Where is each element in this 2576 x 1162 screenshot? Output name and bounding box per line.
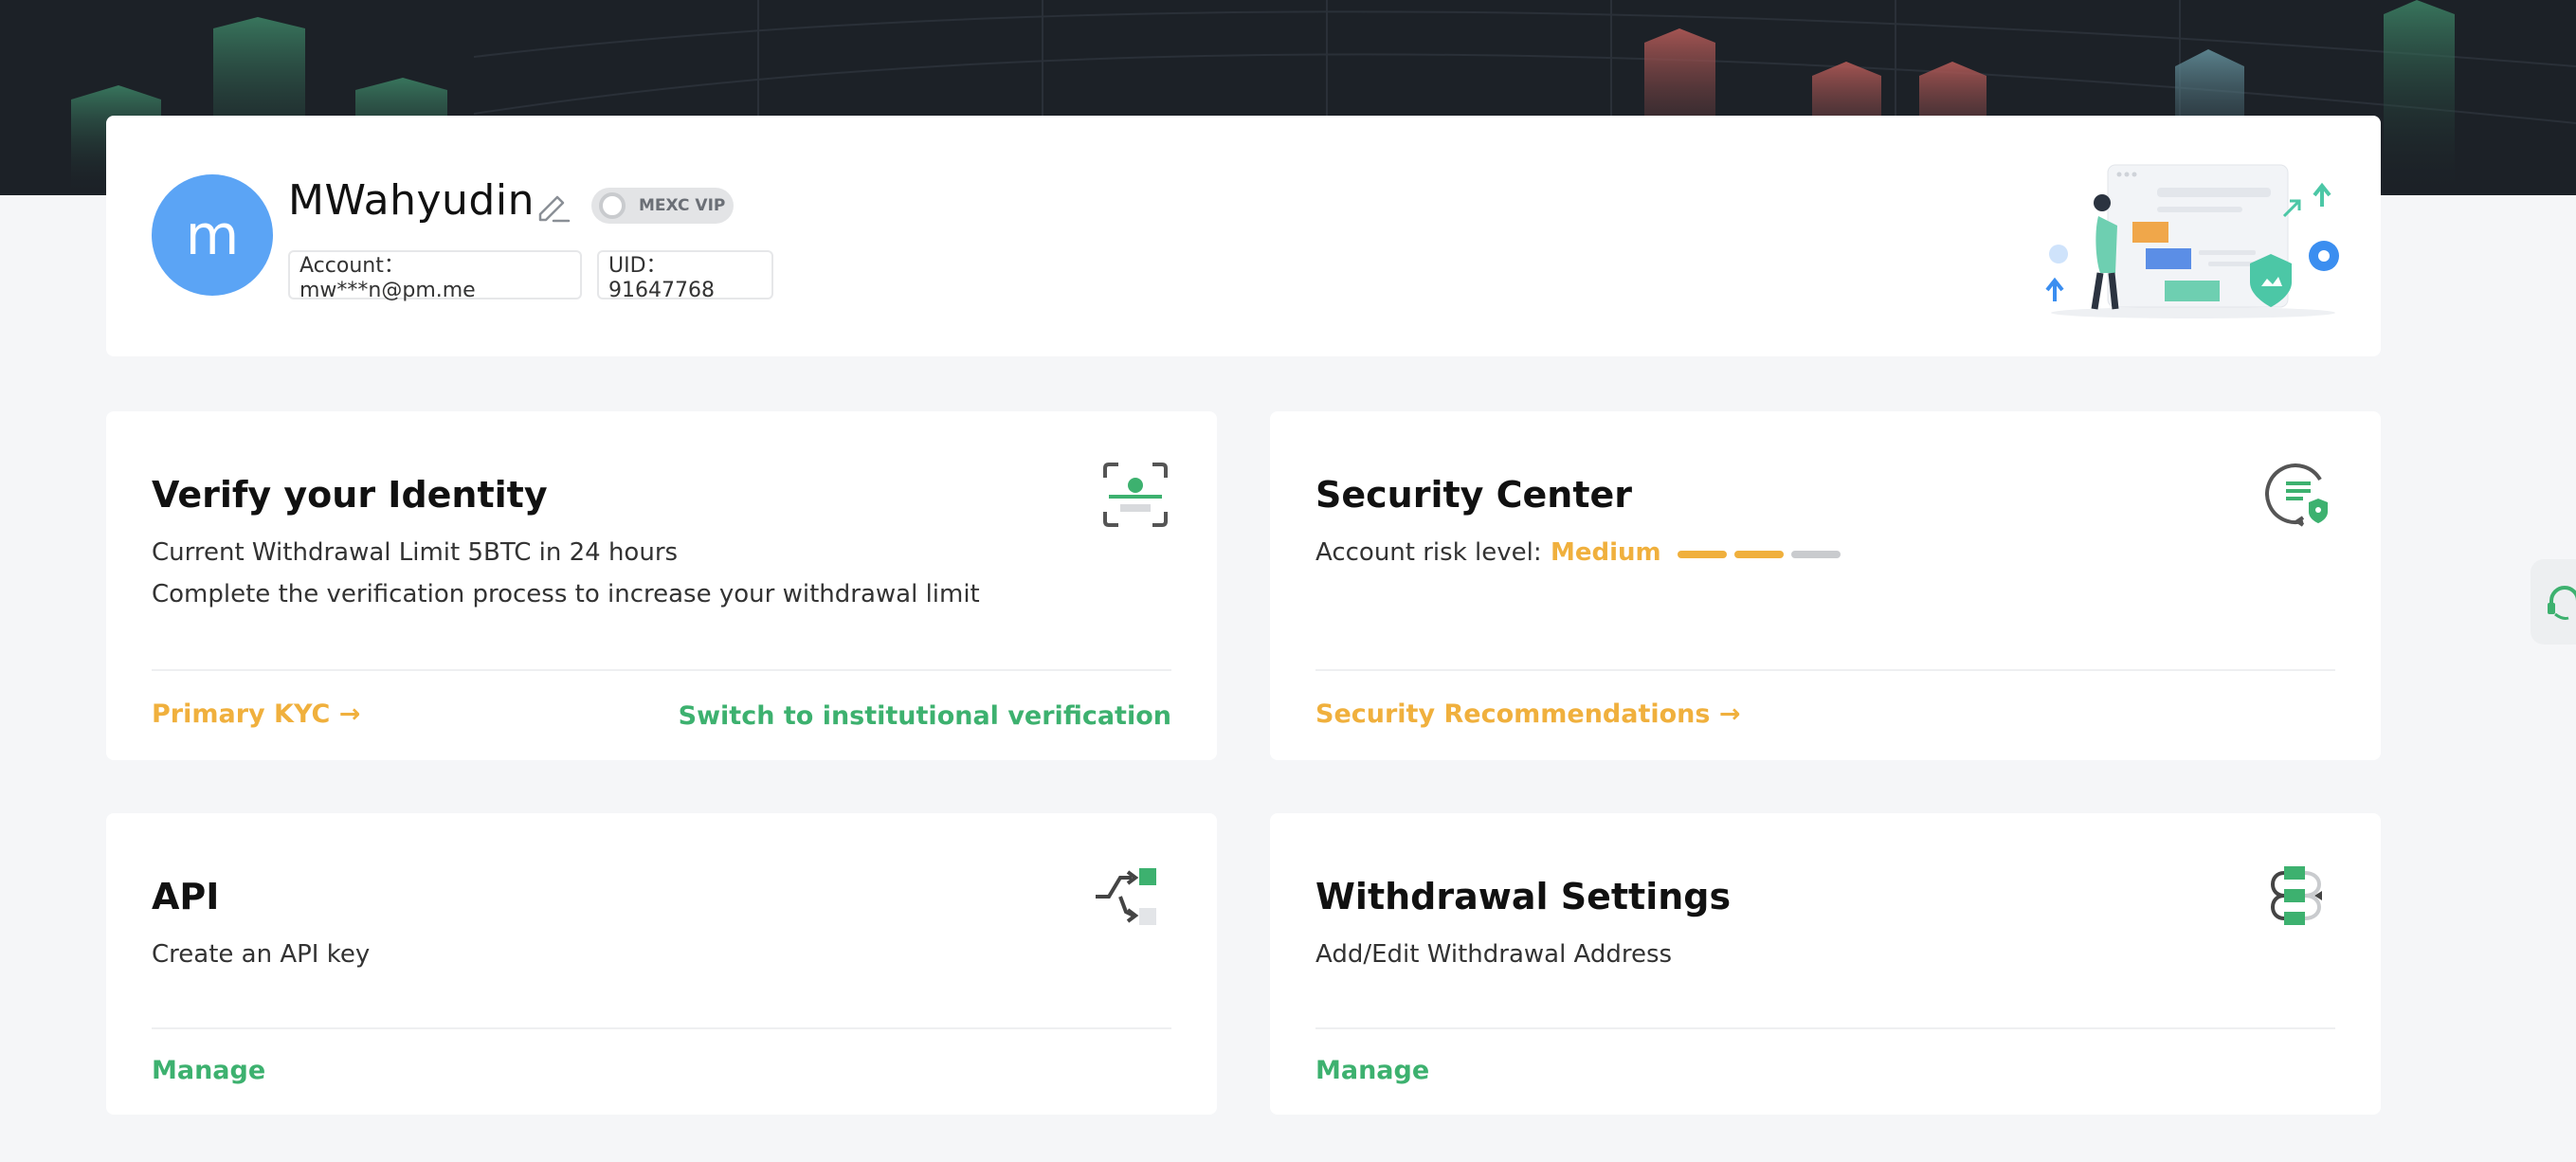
account-text: Account： mw***n@pm.me xyxy=(299,253,476,302)
risk-level-segment xyxy=(1791,551,1841,558)
security-illustration xyxy=(2045,164,2339,318)
edit-icon[interactable] xyxy=(533,186,572,226)
api-description: Create an API key xyxy=(152,940,371,969)
uid-text: UID： 91647768 xyxy=(608,253,715,302)
institutional-verification-link[interactable]: Switch to institutional verification xyxy=(679,701,1171,731)
verification-info-text: Complete the verification process to inc… xyxy=(152,580,980,608)
api-title: API xyxy=(152,876,220,917)
risk-level-segment xyxy=(1734,551,1784,558)
card-divider xyxy=(152,669,1171,671)
withdrawal-title: Withdrawal Settings xyxy=(1315,876,1732,917)
card-divider xyxy=(1315,669,2335,671)
withdrawal-address-icon xyxy=(2271,866,2322,925)
headset-icon xyxy=(2548,586,2576,620)
api-card: API Create an API key Manage xyxy=(106,813,1217,1115)
api-icon xyxy=(1096,868,1156,925)
support-tab[interactable] xyxy=(2531,559,2576,645)
verify-identity-card: Verify your Identity Current Withdrawal … xyxy=(106,411,1217,760)
withdrawal-limit-text: Current Withdrawal Limit 5BTC in 24 hour… xyxy=(152,538,679,567)
security-shield-icon xyxy=(2265,463,2328,527)
vip-icon xyxy=(599,192,626,219)
api-manage-link[interactable]: Manage xyxy=(152,1056,265,1085)
security-title: Security Center xyxy=(1315,474,1633,516)
security-center-card: Security Center Account risk level: Medi… xyxy=(1270,411,2381,760)
card-divider xyxy=(152,1027,1171,1029)
vip-label: MEXC VIP xyxy=(639,196,726,215)
withdrawal-manage-link[interactable]: Manage xyxy=(1315,1056,1429,1085)
avatar[interactable]: m xyxy=(152,174,273,296)
withdrawal-description: Add/Edit Withdrawal Address xyxy=(1315,940,1673,969)
withdrawal-settings-card: Withdrawal Settings Add/Edit Withdrawal … xyxy=(1270,813,2381,1115)
face-scan-icon xyxy=(1103,463,1168,527)
risk-level-value: Medium xyxy=(1551,538,1661,567)
uid-chip: UID： 91647768 xyxy=(597,250,773,302)
card-divider xyxy=(1315,1027,2335,1029)
verify-title: Verify your Identity xyxy=(152,474,548,516)
vip-badge[interactable]: MEXC VIP xyxy=(591,188,734,224)
primary-kyc-link[interactable]: Primary KYC → xyxy=(152,699,360,729)
risk-level-segment xyxy=(1678,551,1727,558)
profile-card: m MWahyudin MEXC VIP Account： mw***n@pm.… xyxy=(106,116,2381,356)
risk-level-label: Account risk level: xyxy=(1315,538,1542,567)
security-recommendations-link[interactable]: Security Recommendations → xyxy=(1315,699,1741,729)
username: MWahyudin xyxy=(288,176,535,225)
account-chip: Account： mw***n@pm.me xyxy=(288,250,582,302)
